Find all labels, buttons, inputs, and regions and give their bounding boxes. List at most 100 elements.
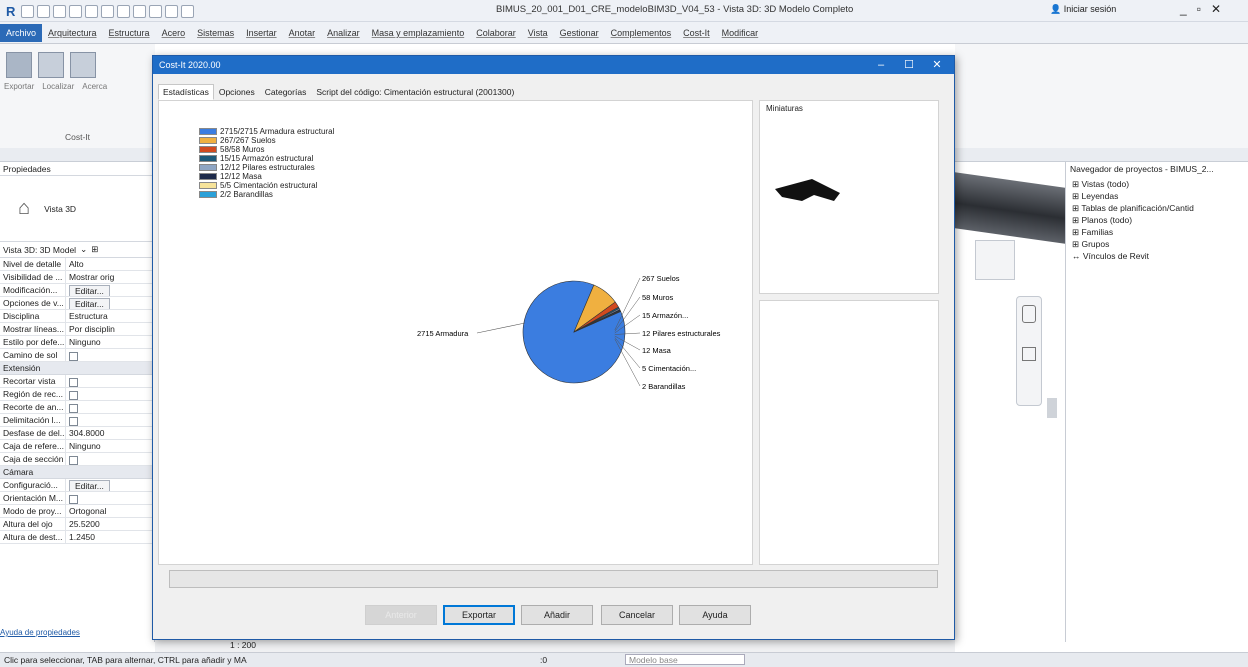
dialog-maximize-button[interactable]: ☐ [896, 56, 922, 74]
close-app-button[interactable]: ✕ [1211, 2, 1231, 16]
property-row[interactable]: Altura de dest... 1.2450 [0, 531, 154, 544]
property-checkbox[interactable] [66, 414, 154, 426]
zoom-icon[interactable] [1022, 347, 1036, 361]
revit-logo[interactable]: R [6, 4, 15, 19]
property-value[interactable]: 25.5200 [66, 518, 154, 530]
ribbon-tab-gestionar[interactable]: Gestionar [554, 28, 605, 38]
group-camera[interactable]: Cámara [0, 466, 154, 479]
view-selector[interactable]: Vista 3D: 3D Model ⌄ ⊞ [0, 242, 154, 258]
checkbox[interactable] [69, 455, 78, 465]
property-row[interactable]: Región de rec... [0, 388, 154, 401]
cancel-button[interactable]: Cancelar [601, 605, 673, 625]
property-value[interactable]: Ninguno [66, 440, 154, 452]
export-tool-icon[interactable] [6, 52, 32, 78]
browser-item[interactable]: ⊞ Leyendas [1072, 190, 1248, 202]
properties-help-link[interactable]: Ayuda de propiedades [0, 628, 155, 638]
switch-windows-icon[interactable] [181, 4, 195, 18]
property-value[interactable]: Mostrar orig [66, 271, 154, 283]
ribbon-tab-arquitectura[interactable]: Arquitectura [42, 28, 103, 38]
property-row[interactable]: Camino de sol [0, 349, 154, 362]
dialog-tab[interactable]: Script del código: Cimentación estructur… [311, 84, 519, 100]
ribbon-tab-vista[interactable]: Vista [522, 28, 554, 38]
measure-icon[interactable] [117, 4, 131, 18]
redo-icon[interactable] [85, 4, 99, 18]
checkbox[interactable] [69, 390, 78, 400]
help-button[interactable]: Ayuda [679, 605, 751, 625]
property-row[interactable]: Opciones de v... Editar... [0, 297, 154, 310]
ribbon-tab-sistemas[interactable]: Sistemas [191, 28, 240, 38]
locate-tool-icon[interactable] [38, 52, 64, 78]
ribbon-tab-anotar[interactable]: Anotar [283, 28, 322, 38]
property-checkbox[interactable] [66, 388, 154, 400]
ribbon-tab-modificar[interactable]: Modificar [716, 28, 765, 38]
property-row[interactable]: Delimitación l... [0, 414, 154, 427]
previous-button[interactable]: Anterior [365, 605, 437, 625]
ribbon-tab-acero[interactable]: Acero [156, 28, 192, 38]
type-selector[interactable]: ⌂ Vista 3D [0, 176, 154, 242]
workset-selector[interactable]: Modelo base [625, 654, 745, 665]
navigation-bar[interactable] [1016, 296, 1042, 406]
property-value[interactable]: Ortogonal [66, 505, 154, 517]
ribbon-tab-complementos[interactable]: Complementos [605, 28, 678, 38]
export-button[interactable]: Exportar [443, 605, 515, 625]
browser-item[interactable]: ↔ Vínculos de Revit [1072, 250, 1248, 262]
text-icon[interactable] [133, 4, 147, 18]
save-icon[interactable] [37, 4, 51, 18]
window-controls[interactable]: _▫✕ [1180, 2, 1231, 16]
dialog-tab[interactable]: Estadísticas [158, 84, 214, 100]
property-checkbox[interactable] [66, 453, 154, 465]
property-row[interactable]: Mostrar líneas... Por disciplin [0, 323, 154, 336]
browser-item[interactable]: ⊞ Tablas de planificación/Cantid [1072, 202, 1248, 214]
property-row[interactable]: Configuració... Editar... [0, 479, 154, 492]
property-edit-button[interactable]: Editar... [66, 284, 154, 296]
property-value[interactable]: Ninguno [66, 336, 154, 348]
browser-item[interactable]: ⊞ Grupos [1072, 238, 1248, 250]
section-icon[interactable] [165, 4, 179, 18]
checkbox[interactable] [69, 416, 78, 426]
steering-wheel-icon[interactable] [1022, 305, 1036, 323]
browser-item[interactable]: ⊞ Planos (todo) [1072, 214, 1248, 226]
edit-button[interactable]: Editar... [69, 285, 110, 296]
property-value[interactable]: Por disciplin [66, 323, 154, 335]
property-row[interactable]: Caja de sección [0, 453, 154, 466]
property-checkbox[interactable] [66, 375, 154, 387]
edit-type-icon[interactable]: ⊞ [91, 244, 98, 255]
property-row[interactable]: Orientación M... [0, 492, 154, 505]
dropdown-icon[interactable]: ⌄ [80, 244, 87, 255]
property-row[interactable]: Desfase de del... 304.8000 [0, 427, 154, 440]
checkbox[interactable] [69, 377, 78, 387]
undo-icon[interactable] [69, 4, 83, 18]
dialog-tab[interactable]: Opciones [214, 84, 260, 100]
property-edit-button[interactable]: Editar... [66, 297, 154, 309]
dialog-tab[interactable]: Categorías [260, 84, 312, 100]
edit-button[interactable]: Editar... [69, 298, 110, 309]
vertical-scrollbar[interactable] [1047, 398, 1057, 418]
dialog-minimize-button[interactable]: – [868, 56, 894, 74]
open-icon[interactable] [21, 4, 35, 18]
property-row[interactable]: Visibilidad de ... Mostrar orig [0, 271, 154, 284]
property-value[interactable]: 304.8000 [66, 427, 154, 439]
ribbon-tool-label[interactable]: Acerca [82, 82, 107, 91]
browser-item[interactable]: ⊞ Vistas (todo) [1072, 178, 1248, 190]
property-row[interactable]: Nivel de detalle Alto [0, 258, 154, 271]
viewcube-icon[interactable] [975, 240, 1015, 280]
checkbox[interactable] [69, 351, 78, 361]
property-checkbox[interactable] [66, 492, 154, 504]
property-value[interactable]: Alto [66, 258, 154, 270]
ribbon-tab-masa-y-emplazamiento[interactable]: Masa y emplazamiento [366, 28, 471, 38]
property-edit-button[interactable]: Editar... [66, 479, 154, 491]
property-value[interactable]: Estructura [66, 310, 154, 322]
property-row[interactable]: Recorte de an... [0, 401, 154, 414]
ribbon-tab-analizar[interactable]: Analizar [321, 28, 366, 38]
ribbon-tab-insertar[interactable]: Insertar [240, 28, 283, 38]
expand-icon[interactable]: ⊞ [1072, 203, 1081, 213]
ribbon-tab-archivo[interactable]: Archivo [0, 24, 43, 42]
3d-view-icon[interactable] [149, 4, 163, 18]
property-row[interactable]: Modo de proy... Ortogonal [0, 505, 154, 518]
about-tool-icon[interactable] [70, 52, 96, 78]
link-icon[interactable]: ↔ [1072, 251, 1083, 261]
restore-button[interactable]: ▫ [1197, 2, 1211, 16]
ribbon-tool-label[interactable]: Localizar [42, 82, 74, 91]
browser-item[interactable]: ⊞ Familias [1072, 226, 1248, 238]
dialog-close-button[interactable]: ✕ [924, 56, 950, 74]
